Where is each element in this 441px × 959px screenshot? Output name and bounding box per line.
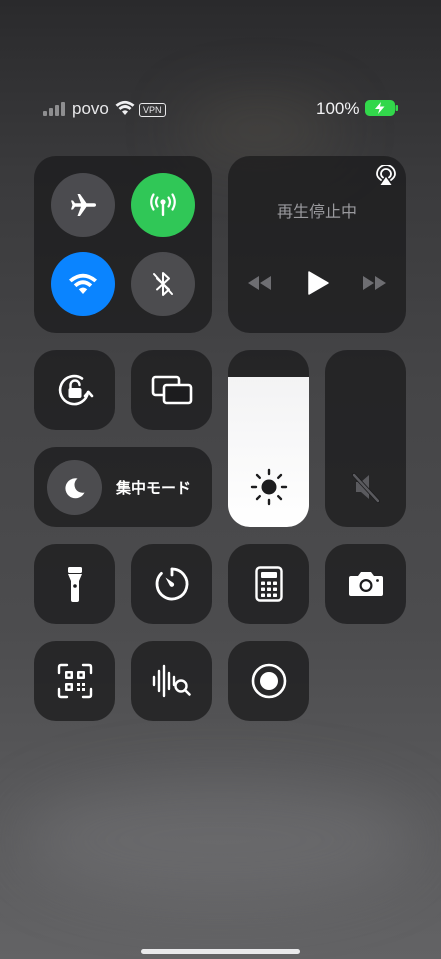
cellular-data-toggle[interactable] bbox=[131, 173, 195, 237]
calculator-icon bbox=[254, 566, 283, 602]
moon-icon bbox=[64, 477, 84, 498]
camera-button[interactable] bbox=[325, 544, 406, 624]
screen-mirroring-icon bbox=[151, 375, 192, 405]
rewind-icon[interactable] bbox=[247, 274, 273, 297]
camera-icon bbox=[348, 572, 383, 596]
speaker-muted-icon bbox=[351, 473, 380, 503]
wifi-icon bbox=[69, 273, 97, 294]
wallpaper-blur bbox=[20, 780, 420, 900]
flashlight-icon bbox=[67, 567, 82, 602]
brightness-slider[interactable] bbox=[228, 350, 309, 527]
focus-icon-circle bbox=[47, 460, 102, 515]
calculator-button[interactable] bbox=[228, 544, 309, 624]
play-icon[interactable] bbox=[306, 270, 330, 301]
carrier-name: povo bbox=[72, 99, 109, 118]
status-bar: povo VPN 100% bbox=[0, 96, 441, 126]
screen-mirroring-button[interactable] bbox=[131, 350, 212, 430]
record-icon bbox=[251, 663, 286, 699]
code-scanner-button[interactable] bbox=[34, 641, 115, 721]
home-indicator[interactable] bbox=[141, 949, 300, 954]
antenna-icon bbox=[150, 193, 176, 216]
vpn-badge: VPN bbox=[139, 103, 166, 117]
wifi-toggle[interactable] bbox=[51, 252, 115, 316]
bluetooth-off-icon bbox=[153, 272, 173, 296]
wifi-status-icon bbox=[115, 100, 135, 121]
sound-search-icon bbox=[152, 664, 191, 698]
battery-charging-icon bbox=[365, 100, 399, 121]
timer-button[interactable] bbox=[131, 544, 212, 624]
airplay-icon[interactable] bbox=[375, 164, 397, 192]
connectivity-panel bbox=[34, 156, 212, 333]
signal-strength-icon bbox=[43, 102, 67, 116]
bluetooth-toggle[interactable] bbox=[131, 252, 195, 316]
music-recognition-button[interactable] bbox=[131, 641, 212, 721]
sun-icon bbox=[250, 468, 287, 506]
fast-forward-icon[interactable] bbox=[361, 274, 387, 297]
focus-label: 集中モード bbox=[116, 480, 192, 497]
now-playing-status: 再生停止中 bbox=[276, 204, 357, 221]
flashlight-button[interactable] bbox=[34, 544, 115, 624]
orientation-lock-button[interactable] bbox=[34, 350, 115, 430]
volume-slider[interactable] bbox=[325, 350, 406, 527]
now-playing-panel[interactable]: 再生停止中 bbox=[228, 156, 406, 333]
timer-icon bbox=[155, 567, 188, 601]
rotation-lock-icon bbox=[58, 374, 93, 406]
focus-button[interactable]: 集中モード bbox=[34, 447, 212, 527]
battery-percentage: 100% bbox=[316, 99, 360, 118]
airplane-mode-toggle[interactable] bbox=[51, 173, 115, 237]
airplane-icon bbox=[71, 194, 96, 216]
screen-recording-button[interactable] bbox=[228, 641, 309, 721]
qr-scanner-icon bbox=[57, 663, 92, 699]
